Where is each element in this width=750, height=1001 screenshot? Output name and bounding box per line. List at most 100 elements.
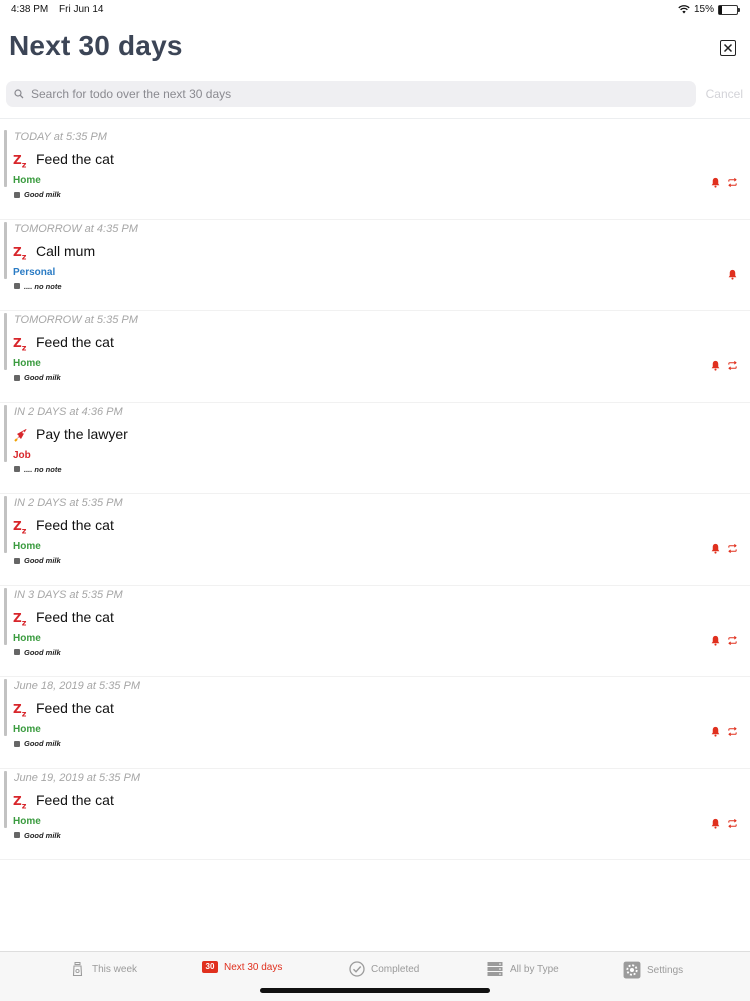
bell-icon[interactable]	[710, 358, 721, 376]
note-icon	[14, 283, 20, 289]
tab-label: All by Type	[510, 963, 559, 975]
todo-item[interactable]: June 18, 2019 at 5:35 PM Zz Feed the cat…	[0, 677, 750, 769]
search-input[interactable]	[29, 86, 673, 102]
tab-label: Completed	[371, 963, 420, 975]
tab-completed[interactable]: Completed	[349, 961, 419, 977]
todo-category: Home	[13, 815, 41, 827]
todo-actions	[710, 541, 738, 559]
todo-actions	[710, 816, 738, 834]
todo-title: Feed the cat	[36, 700, 114, 716]
todo-due-date: TOMORROW at 4:35 PM	[14, 222, 138, 235]
note-icon	[14, 649, 20, 655]
zz-icon: Zz	[13, 153, 27, 170]
todo-due-date: TODAY at 5:35 PM	[14, 131, 107, 143]
status-left: 4:38 PM Fri Jun 14	[11, 4, 112, 15]
repeat-icon[interactable]	[727, 358, 738, 376]
todo-due-date: IN 2 DAYS at 5:35 PM	[14, 497, 123, 509]
todo-due-date: June 18, 2019 at 5:35 PM	[14, 680, 140, 692]
todo-item[interactable]: IN 2 DAYS at 4:36 PM Pay the lawyer Job …	[0, 403, 750, 494]
bell-icon[interactable]	[710, 541, 721, 559]
repeat-icon[interactable]	[727, 541, 738, 559]
item-divider	[0, 859, 750, 860]
zz-icon: Zz	[13, 610, 27, 627]
todo-note-text: Good milk	[24, 739, 61, 748]
zz-icon: Zz	[13, 244, 27, 261]
cancel-button[interactable]: Cancel	[706, 87, 743, 101]
todo-due-date: June 19, 2019 at 5:35 PM	[14, 771, 140, 784]
search-bar[interactable]	[6, 81, 696, 107]
todo-due-date: TOMORROW at 5:35 PM	[14, 314, 138, 326]
note-icon	[14, 466, 20, 472]
bell-icon[interactable]	[710, 816, 721, 834]
tab-all-by-type[interactable]: All by Type	[486, 961, 559, 977]
zz-icon: Zz	[13, 519, 27, 536]
todo-actions	[710, 358, 738, 376]
todo-item[interactable]: IN 3 DAYS at 5:35 PM Zz Feed the cat Hom…	[0, 586, 750, 677]
todo-title: Feed the cat	[36, 334, 114, 350]
todo-item[interactable]: TODAY at 5:35 PM Zz Feed the cat Home Go…	[0, 128, 750, 220]
todo-category: Home	[13, 541, 41, 552]
todo-note: Good milk	[14, 648, 61, 657]
bottle-icon	[72, 962, 83, 977]
bell-icon[interactable]	[727, 267, 738, 285]
battery-icon	[718, 4, 740, 15]
todo-actions	[710, 724, 738, 742]
note-icon	[14, 740, 20, 747]
close-button[interactable]	[720, 40, 736, 56]
todo-category: Home	[13, 632, 41, 644]
todo-note-text: Good milk	[24, 647, 61, 657]
todo-note: Good milk	[14, 556, 61, 565]
note-icon	[14, 374, 20, 381]
tab-label: This week	[92, 963, 138, 975]
todo-actions	[710, 175, 738, 193]
todo-category: Job	[13, 449, 31, 461]
todo-item[interactable]: TOMORROW at 5:35 PM Zz Feed the cat Home…	[0, 311, 750, 403]
todo-note-text: .... no note	[24, 464, 62, 474]
todo-title: Call mum	[36, 242, 96, 259]
todo-note: Good milk	[14, 739, 61, 748]
bell-icon[interactable]	[710, 724, 721, 742]
todo-title: Feed the cat	[36, 517, 114, 533]
priority-bar	[4, 130, 7, 187]
tab-label: Settings	[647, 964, 684, 976]
tab-next-30-days[interactable]: 30 Next 30 days	[202, 961, 282, 973]
todo-note: Good milk	[14, 831, 61, 840]
note-icon	[14, 832, 20, 838]
bell-icon[interactable]	[710, 175, 721, 193]
priority-bar	[4, 313, 7, 370]
todo-item[interactable]: IN 2 DAYS at 5:35 PM Zz Feed the cat Hom…	[0, 494, 750, 586]
todo-category: Personal	[13, 266, 56, 278]
todo-item[interactable]: June 19, 2019 at 5:35 PM Zz Feed the cat…	[0, 769, 750, 860]
repeat-icon[interactable]	[727, 633, 738, 651]
home-indicator	[260, 988, 490, 993]
todo-due-date: IN 3 DAYS at 5:35 PM	[14, 588, 123, 601]
repeat-icon[interactable]	[727, 175, 738, 193]
tab-settings[interactable]: Settings	[623, 961, 683, 979]
todo-note-text: Good milk	[24, 373, 61, 382]
tab-this-week[interactable]: This week	[70, 961, 137, 977]
priority-bar	[4, 770, 7, 828]
repeat-icon[interactable]	[727, 816, 738, 834]
zz-icon: Zz	[13, 793, 27, 810]
gear-icon	[623, 961, 641, 979]
priority-bar	[4, 679, 7, 736]
note-icon	[14, 557, 20, 564]
todo-note: .... no note	[14, 465, 62, 474]
bell-icon[interactable]	[710, 633, 721, 651]
status-time: 4:38 PM	[11, 4, 49, 15]
priority-bar	[4, 221, 7, 279]
todo-note: Good milk	[14, 190, 61, 199]
zz-icon: Zz	[13, 702, 27, 719]
page-title: Next 30 days	[9, 30, 183, 61]
todo-category: Home	[13, 724, 41, 735]
status-date: Fri Jun 14	[59, 4, 104, 15]
todo-due-date: IN 2 DAYS at 4:36 PM	[14, 405, 123, 418]
todo-title: Feed the cat	[36, 791, 114, 808]
priority-bar	[4, 587, 7, 645]
status-right: 15%	[678, 4, 740, 15]
todo-item[interactable]: TOMORROW at 4:35 PM Zz Call mum Personal…	[0, 220, 750, 311]
todo-category: Home	[13, 175, 41, 186]
todo-title: Pay the lawyer	[36, 425, 128, 442]
repeat-icon[interactable]	[727, 724, 738, 742]
priority-bar	[4, 404, 7, 462]
